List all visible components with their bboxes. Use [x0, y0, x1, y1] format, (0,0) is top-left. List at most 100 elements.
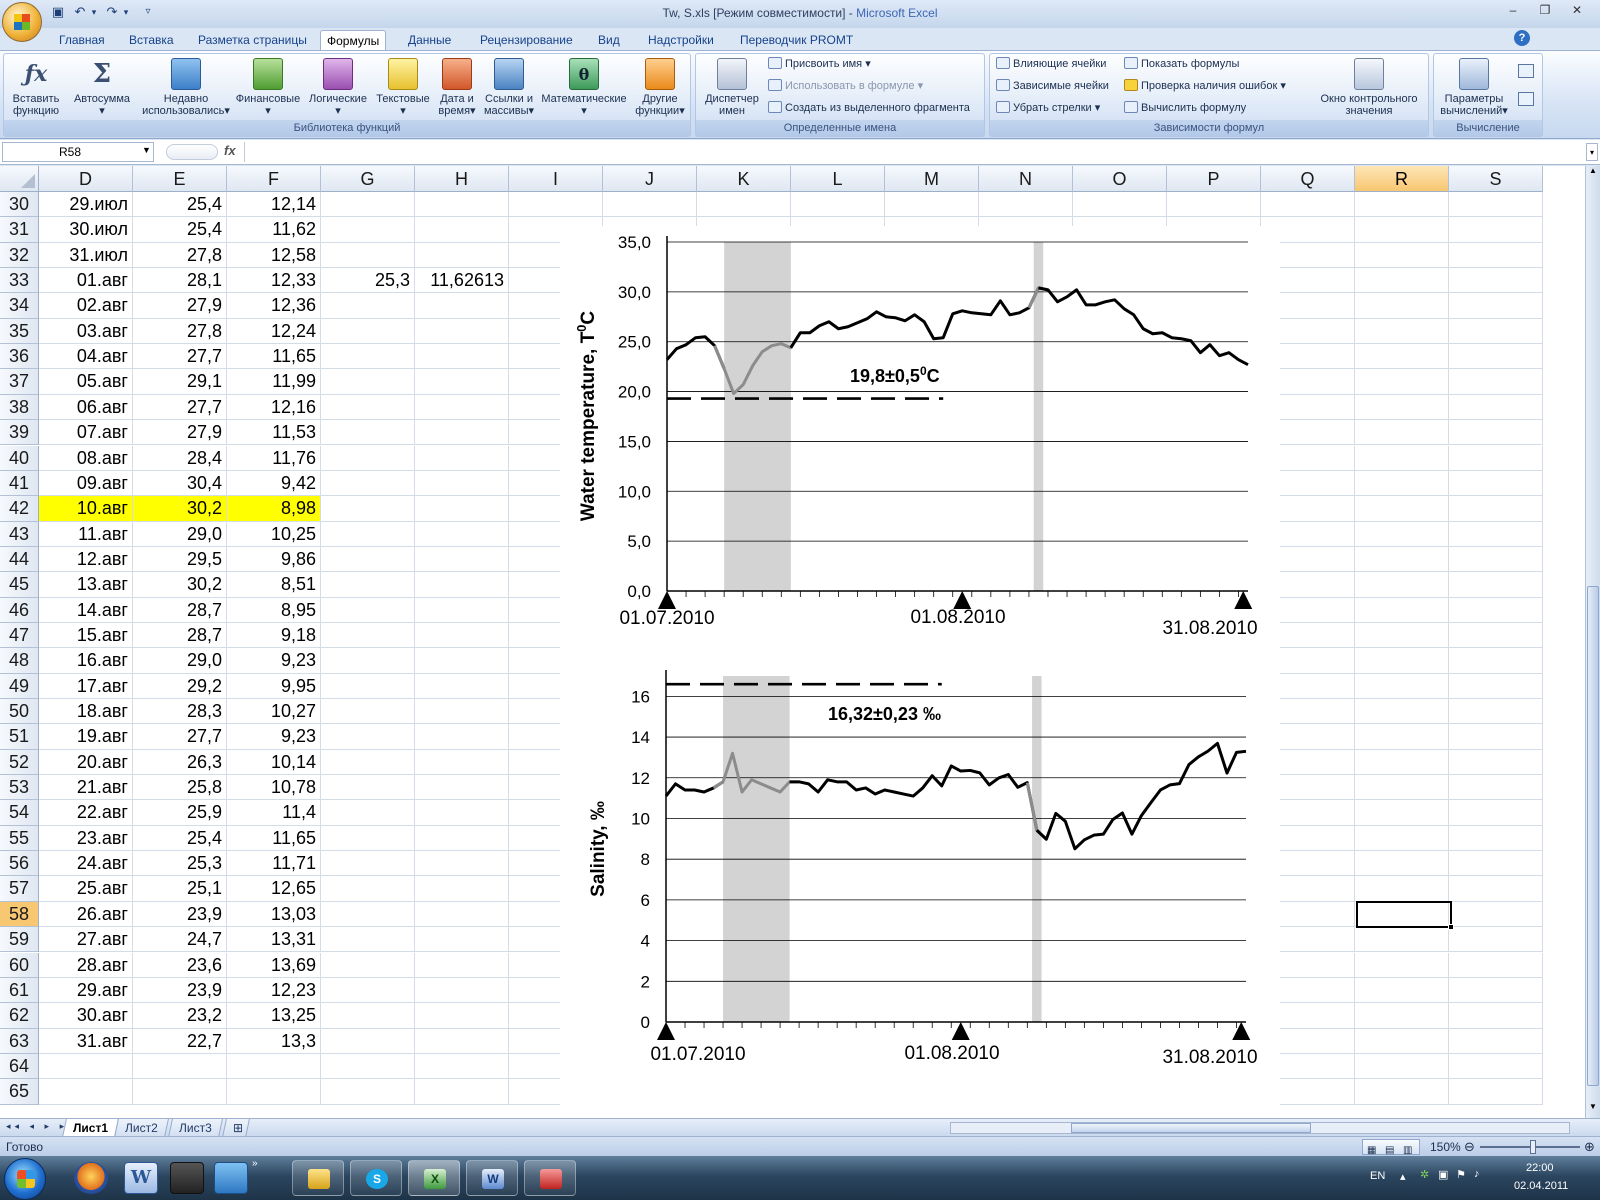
- column-header-r[interactable]: R: [1355, 166, 1449, 192]
- cell-s[interactable]: [1449, 648, 1543, 674]
- cell-g[interactable]: [321, 293, 415, 319]
- row-header[interactable]: 30: [0, 192, 39, 218]
- calculate-sheet-icon[interactable]: [1518, 92, 1534, 106]
- undo-dropdown-icon[interactable]: ▾: [86, 4, 102, 20]
- cell-e[interactable]: 23,9: [133, 901, 227, 928]
- cell-r[interactable]: [1355, 1079, 1449, 1105]
- row-header[interactable]: 55: [0, 825, 39, 852]
- column-header-p[interactable]: P: [1167, 166, 1261, 192]
- network-app-icon[interactable]: ✲: [1420, 1168, 1429, 1181]
- cell-d[interactable]: 26.авг: [39, 901, 133, 928]
- cell-d[interactable]: 19.авг: [39, 724, 133, 750]
- cell-e[interactable]: 30,2: [133, 496, 227, 522]
- column-header-s[interactable]: S: [1449, 166, 1543, 192]
- zoom-slider[interactable]: [1480, 1140, 1580, 1154]
- create-from-selection-button[interactable]: Создать из выделенного фрагмента: [768, 98, 970, 118]
- row-header[interactable]: 64: [0, 1053, 39, 1080]
- tab-addins[interactable]: Надстройки: [642, 30, 720, 50]
- restore-icon[interactable]: ❐: [1532, 3, 1558, 21]
- cell-r[interactable]: [1355, 597, 1449, 623]
- cell-f[interactable]: 10,14: [227, 749, 321, 776]
- more-functions-button[interactable]: Другие функции▾: [630, 58, 690, 117]
- cell-d[interactable]: 28.авг: [39, 952, 133, 978]
- cell-h[interactable]: [415, 546, 509, 573]
- network-icon[interactable]: ▣: [1438, 1168, 1448, 1181]
- cell-g[interactable]: [321, 344, 415, 370]
- cell-f[interactable]: 11,62: [227, 217, 321, 243]
- cell-g[interactable]: [321, 800, 415, 826]
- cell-g[interactable]: [321, 217, 415, 243]
- cell-r[interactable]: [1355, 927, 1449, 953]
- cell-f[interactable]: 8,98: [227, 496, 321, 522]
- row-header[interactable]: 32: [0, 242, 39, 269]
- cell-s[interactable]: [1449, 977, 1543, 1004]
- cell-f[interactable]: 9,42: [227, 470, 321, 497]
- column-header-k[interactable]: K: [697, 166, 791, 192]
- cell-f[interactable]: 13,31: [227, 927, 321, 953]
- cell-s[interactable]: [1449, 775, 1543, 801]
- row-header[interactable]: 65: [0, 1079, 39, 1105]
- cell-f[interactable]: 8,95: [227, 597, 321, 623]
- cell-h[interactable]: [415, 775, 509, 801]
- cell-d[interactable]: 24.авг: [39, 851, 133, 877]
- cell-r[interactable]: [1355, 293, 1449, 319]
- cell-r[interactable]: [1355, 800, 1449, 826]
- cell-i[interactable]: [509, 192, 603, 218]
- cell-h[interactable]: [415, 192, 509, 218]
- column-header-o[interactable]: O: [1073, 166, 1167, 192]
- cell-f[interactable]: 13,69: [227, 952, 321, 978]
- cell-h[interactable]: [415, 597, 509, 623]
- cell-e[interactable]: 23,9: [133, 977, 227, 1004]
- cell-d[interactable]: 27.авг: [39, 927, 133, 953]
- show-hidden-icons-icon[interactable]: ▴: [1400, 1170, 1406, 1183]
- use-in-formula-button[interactable]: Использовать в формуле ▾: [768, 76, 923, 96]
- cell-d[interactable]: [39, 1053, 133, 1080]
- cell-r[interactable]: [1355, 268, 1449, 294]
- cell-g[interactable]: [321, 445, 415, 471]
- cell-e[interactable]: 27,7: [133, 394, 227, 421]
- row-header[interactable]: 36: [0, 344, 39, 370]
- insert-sheet-icon[interactable]: ⊞: [222, 1119, 250, 1137]
- cell-d[interactable]: 13.авг: [39, 572, 133, 598]
- cell-g[interactable]: [321, 699, 415, 725]
- cell-f[interactable]: 12,36: [227, 293, 321, 319]
- cell-f[interactable]: 9,86: [227, 546, 321, 573]
- cell-l[interactable]: [791, 192, 885, 218]
- cell-s[interactable]: [1449, 622, 1543, 649]
- expand-formula-bar-icon[interactable]: ▾: [1586, 143, 1598, 161]
- cell-g[interactable]: [321, 521, 415, 547]
- row-header[interactable]: 40: [0, 445, 39, 471]
- cell-f[interactable]: 10,78: [227, 775, 321, 801]
- cell-f[interactable]: 12,16: [227, 394, 321, 421]
- trace-precedents-button[interactable]: Влияющие ячейки: [996, 54, 1106, 74]
- cell-s[interactable]: [1449, 344, 1543, 370]
- row-header[interactable]: 34: [0, 293, 39, 319]
- cell-d[interactable]: 25.авг: [39, 876, 133, 902]
- cell-h[interactable]: [415, 648, 509, 674]
- cell-g[interactable]: [321, 369, 415, 395]
- cell-e[interactable]: 27,9: [133, 420, 227, 446]
- cell-r[interactable]: [1355, 952, 1449, 978]
- cell-h[interactable]: [415, 521, 509, 547]
- cell-e[interactable]: 29,0: [133, 521, 227, 547]
- autosum-button[interactable]: Σ Автосумма ▾: [70, 58, 134, 117]
- cell-g[interactable]: [321, 470, 415, 497]
- cell-s[interactable]: [1449, 927, 1543, 953]
- cell-q[interactable]: [1261, 192, 1355, 218]
- cell-f[interactable]: 11,99: [227, 369, 321, 395]
- cell-e[interactable]: 27,8: [133, 242, 227, 269]
- name-box-dropdown-icon[interactable]: ▼: [142, 145, 151, 155]
- cell-s[interactable]: [1449, 217, 1543, 243]
- cell-d[interactable]: 21.авг: [39, 775, 133, 801]
- customize-qat-icon[interactable]: ▿: [140, 4, 156, 20]
- row-header[interactable]: 50: [0, 699, 39, 725]
- cell-f[interactable]: 11,53: [227, 420, 321, 446]
- cell-g[interactable]: [321, 876, 415, 902]
- active-cell-cursor[interactable]: [1356, 901, 1454, 930]
- vertical-scroll-thumb[interactable]: [1587, 586, 1599, 1086]
- financial-button[interactable]: Финансовые ▾: [234, 58, 302, 117]
- cell-s[interactable]: [1449, 293, 1543, 319]
- calculation-options-button[interactable]: Параметры вычислений▾: [1436, 58, 1512, 117]
- cell-d[interactable]: 10.авг: [39, 496, 133, 522]
- cell-e[interactable]: 28,7: [133, 597, 227, 623]
